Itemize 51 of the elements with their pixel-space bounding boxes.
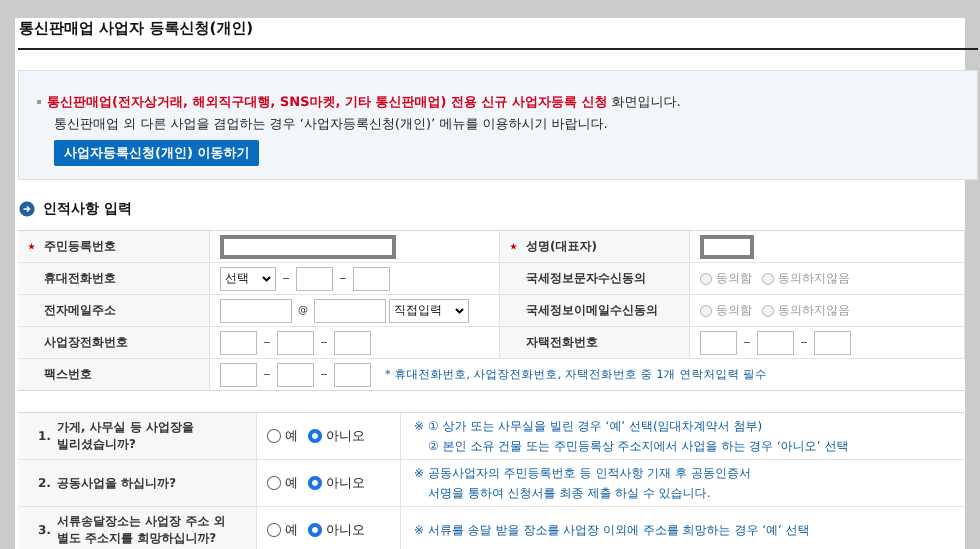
question-note: ※ ① 상가 또는 사무실을 빌린 경우 ‘예’ 선택(임대차계약서 첨부) (414, 418, 764, 434)
question-note: ② 본인 소유 건물 또는 주민등록상 주소지에서 사업을 하는 경우 ‘아니오’ 선택 (427, 438, 850, 454)
required-icon (28, 243, 35, 250)
field-label: 자택전화번호 (500, 327, 690, 359)
phone-field[interactable] (220, 330, 257, 354)
name-field[interactable] (700, 234, 754, 258)
email-domain-field[interactable] (314, 298, 386, 322)
caret-icon (262, 276, 271, 282)
question-text: 2. 공동사업을 하십니까? (18, 460, 257, 507)
at-sign: @ (298, 305, 308, 316)
answer-radio[interactable]: 예 (267, 474, 298, 492)
field-label: 팩스번호 (18, 359, 210, 390)
field-label: 휴대전화번호 (18, 263, 210, 295)
contact-note: * 휴대전화번호, 사업장전화번호, 자택전화번호 중 1개 연락처입력 필수 (385, 367, 767, 382)
question-note: 서명을 통하여 신청서를 최종 제출 하실 수 있습니다. (427, 484, 712, 502)
answer-radio[interactable]: 아니오 (308, 521, 365, 539)
section-title: 인적사항 입력 (43, 200, 132, 218)
phone-field[interactable] (814, 330, 851, 354)
phone-field[interactable] (757, 330, 794, 354)
phone-field[interactable] (277, 330, 314, 354)
carrier-select[interactable]: 선택 (220, 266, 276, 290)
email-id-field[interactable] (220, 298, 292, 322)
answer-radio[interactable]: 아니오 (308, 474, 365, 492)
move-button[interactable]: 사업자등록신청(개인) 이동하기 (54, 140, 260, 166)
question-note: ※ 서류를 송달 받을 장소를 사업장 이외에 주소를 희망하는 경우 ‘예’ 선택 (414, 522, 811, 538)
notice-text: 통신판매업(전자상거래, 해외직구대행, SNS마켓, 기타 통신판매업) 전용 신규 사업자등록 신청 화면입니다. (47, 94, 681, 111)
field-label: 국세정보이메일수신동의 (500, 295, 690, 327)
id-number-field[interactable] (220, 234, 396, 258)
phone-field[interactable] (353, 266, 390, 290)
bullet-icon (37, 100, 41, 104)
phone-field[interactable] (277, 362, 314, 386)
arrow-circle-icon (19, 201, 35, 217)
field-label: 주민등록번호 (18, 231, 210, 263)
domain-select[interactable]: 직접입력 (389, 298, 469, 322)
answer-radio[interactable]: 아니오 (308, 427, 365, 445)
page-title: 통신판매업 사업자 등록신청(개인) (18, 18, 254, 39)
field-label: 성명(대표자) (500, 231, 690, 263)
answer-radio[interactable]: 예 (267, 427, 298, 445)
answer-radio[interactable]: 예 (267, 521, 298, 539)
phone-field[interactable] (220, 362, 257, 386)
field-label: 사업장전화번호 (18, 327, 210, 359)
phone-field[interactable] (334, 330, 371, 354)
phone-field[interactable] (700, 330, 737, 354)
field-label: 국세정보문자수신동의 (500, 263, 690, 295)
notice-text: 통신판매업 외 다른 사업을 겸업하는 경우 ‘사업자등록신청(개인)’ 메뉴를 이용하시기 바랍니다. (53, 116, 609, 133)
field-label: 전자메일주소 (18, 295, 210, 327)
required-icon (510, 243, 517, 250)
phone-field[interactable] (334, 362, 371, 386)
phone-field[interactable] (296, 266, 333, 290)
caret-icon (455, 308, 464, 314)
question-note: ※ 공동사업자의 주민등록번호 등 인적사항 기재 후 공동인증서 (414, 464, 752, 482)
